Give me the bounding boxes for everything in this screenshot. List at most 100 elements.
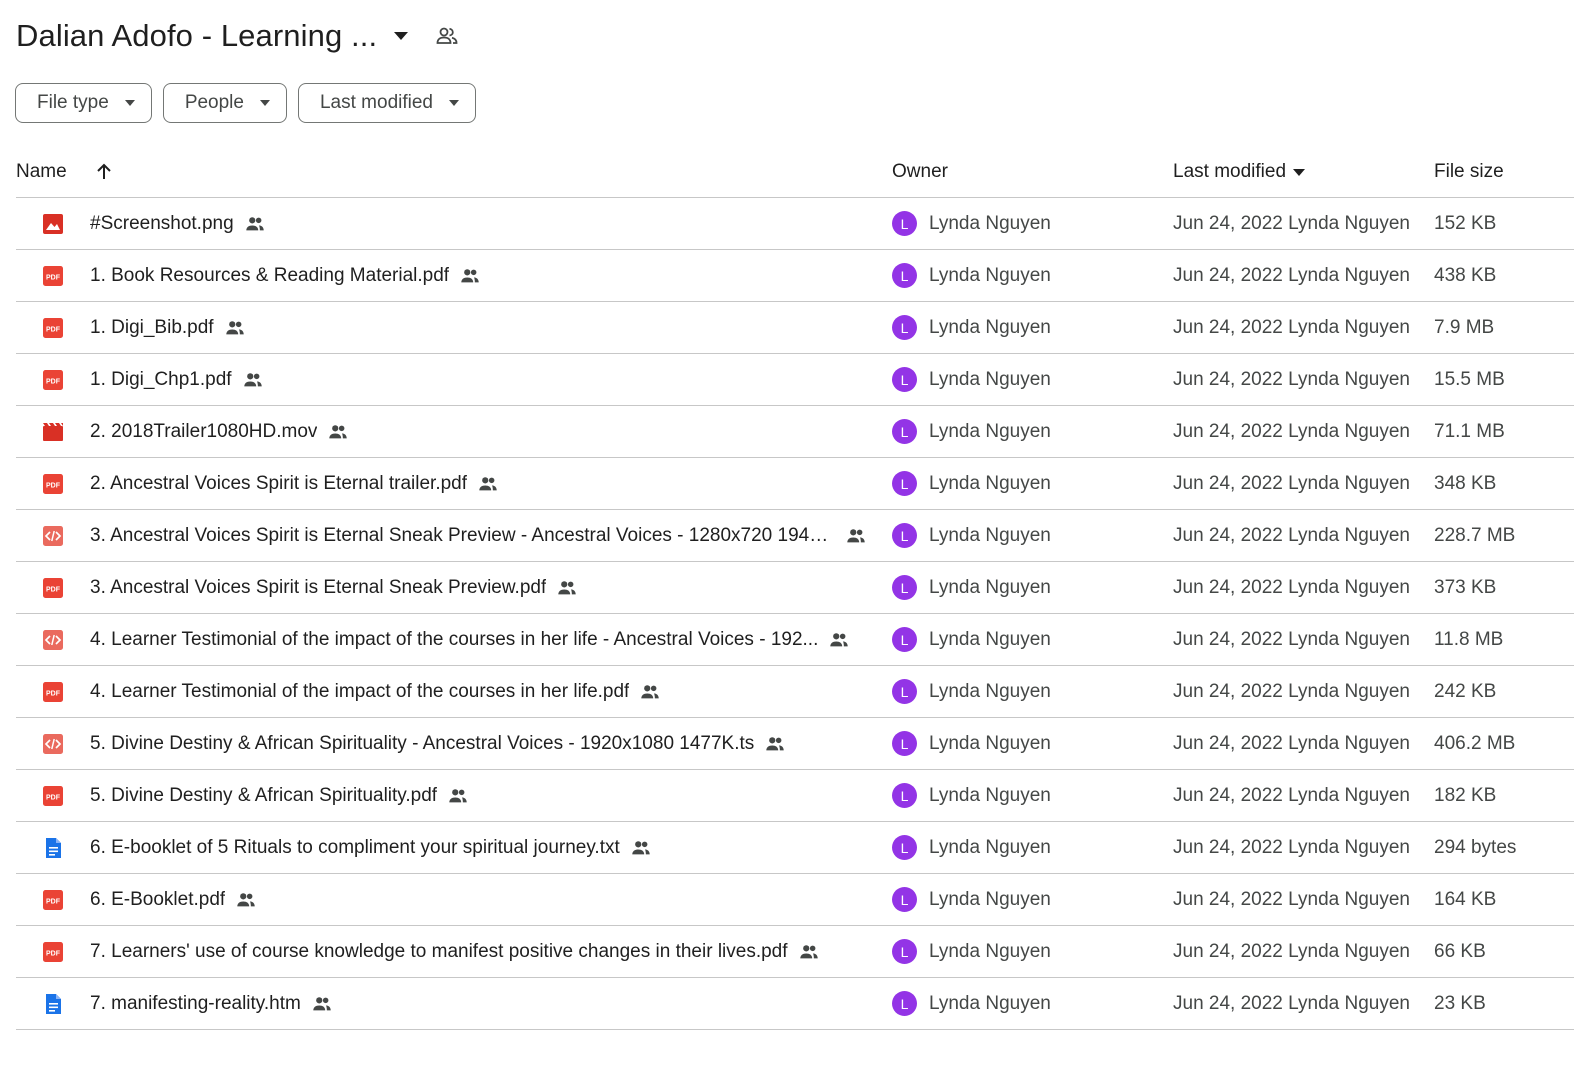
name-cell: 1. Digi_Chp1.pdf: [90, 354, 266, 405]
owner-cell: L Lynda Nguyen: [892, 510, 1051, 561]
file-name[interactable]: 6. E-booklet of 5 Rituals to compliment …: [90, 837, 620, 859]
table-row[interactable]: PDF 2. Ancestral Voices Spirit is Eternal…: [16, 458, 1574, 510]
size-cell: 406.2 MB: [1434, 718, 1515, 769]
file-size-value: 406.2 MB: [1434, 732, 1516, 754]
size-cell: 373 KB: [1434, 562, 1496, 613]
table-row[interactable]: PDF 5. Divine Destiny & African Spiritual…: [16, 770, 1574, 822]
last-modified-value: Jun 24, 2022 Lynda Nguyen: [1173, 264, 1410, 286]
size-cell: 348 KB: [1434, 458, 1496, 509]
table-row[interactable]: PDF 1. Digi_Bib.pdf L Lynda Nguyen Jun 24, 2…: [16, 302, 1574, 354]
last-modified-column-header[interactable]: Last modified: [1173, 148, 1306, 196]
document-file-icon: [42, 993, 64, 1015]
file-name[interactable]: #Screenshot.png: [90, 213, 234, 235]
pdf-file-icon: PDF: [42, 317, 64, 339]
file-name[interactable]: 3. Ancestral Voices Spirit is Eternal Sn…: [90, 525, 835, 547]
avatar: L: [892, 419, 917, 444]
shared-folder-icon[interactable]: [433, 22, 461, 50]
file-name[interactable]: 7. manifesting-reality.htm: [90, 993, 301, 1015]
avatar: L: [892, 887, 917, 912]
arrow-drop-down-icon[interactable]: [389, 24, 413, 48]
owner-name: Lynda Nguyen: [929, 576, 1051, 598]
file-size-column-header[interactable]: File size: [1434, 148, 1504, 196]
svg-text:PDF: PDF: [46, 326, 61, 333]
file-size-value: 242 KB: [1434, 680, 1497, 702]
owner-column-header[interactable]: Owner: [892, 148, 948, 196]
svg-text:PDF: PDF: [46, 898, 61, 905]
name-cell: 6. E-booklet of 5 Rituals to compliment …: [90, 822, 654, 873]
modified-cell: Jun 24, 2022 Lynda Nguyen: [1173, 718, 1410, 769]
avatar: L: [892, 367, 917, 392]
svg-text:PDF: PDF: [46, 950, 61, 957]
svg-text:PDF: PDF: [46, 586, 61, 593]
avatar: L: [892, 783, 917, 808]
table-row[interactable]: #Screenshot.png L Lynda Nguyen Jun 24, 2022…: [16, 198, 1574, 250]
modified-cell: Jun 24, 2022 Lynda Nguyen: [1173, 562, 1410, 613]
name-cell: 3. Ancestral Voices Spirit is Eternal Sn…: [90, 510, 869, 561]
file-type-filter[interactable]: File type: [15, 83, 152, 123]
table-row[interactable]: 5. Divine Destiny & African Spirituality…: [16, 718, 1574, 770]
file-name[interactable]: 1. Digi_Chp1.pdf: [90, 369, 232, 391]
table-row[interactable]: PDF 1. Book Resources & Reading Material.…: [16, 250, 1574, 302]
file-name[interactable]: 1. Book Resources & Reading Material.pdf: [90, 265, 449, 287]
file-name[interactable]: 2. 2018Trailer1080HD.mov: [90, 421, 317, 443]
name-cell: #Screenshot.png: [90, 198, 268, 249]
owner-cell: L Lynda Nguyen: [892, 406, 1051, 457]
file-size-value: 23 KB: [1434, 992, 1486, 1014]
table-row[interactable]: PDF 1. Digi_Chp1.pdf L Lynda Nguyen Jun 24, …: [16, 354, 1574, 406]
name-cell: 7. Learners' use of course knowledge to …: [90, 926, 822, 977]
shared-icon: [556, 576, 580, 600]
chevron-down-icon: [449, 100, 459, 106]
folder-title[interactable]: Dalian Adofo - Learning ...: [16, 18, 377, 54]
file-size-value: 294 bytes: [1434, 836, 1517, 858]
shared-icon: [828, 628, 852, 652]
table-row[interactable]: 2. 2018Trailer1080HD.mov L Lynda Nguyen Jun…: [16, 406, 1574, 458]
owner-name: Lynda Nguyen: [929, 420, 1051, 442]
last-modified-filter[interactable]: Last modified: [297, 83, 476, 123]
file-name[interactable]: 1. Digi_Bib.pdf: [90, 317, 214, 339]
file-name[interactable]: 3. Ancestral Voices Spirit is Eternal Sn…: [90, 577, 546, 599]
table-row[interactable]: PDF 4. Learner Testimonial of the impact …: [16, 666, 1574, 718]
file-size-value: 164 KB: [1434, 888, 1497, 910]
size-cell: 71.1 MB: [1434, 406, 1505, 457]
svg-text:PDF: PDF: [46, 482, 61, 489]
last-modified-value: Jun 24, 2022 Lynda Nguyen: [1173, 420, 1410, 442]
table-row[interactable]: 3. Ancestral Voices Spirit is Eternal Sn…: [16, 510, 1574, 562]
file-name[interactable]: 6. E-Booklet.pdf: [90, 889, 225, 911]
pdf-file-icon: PDF: [42, 681, 64, 703]
name-cell: 2. Ancestral Voices Spirit is Eternal tr…: [90, 458, 501, 509]
file-name[interactable]: 4. Learner Testimonial of the impact of …: [90, 629, 818, 651]
size-cell: 11.8 MB: [1434, 614, 1503, 665]
owner-name: Lynda Nguyen: [929, 732, 1051, 754]
file-name[interactable]: 5. Divine Destiny & African Spirituality…: [90, 785, 437, 807]
owner-cell: L Lynda Nguyen: [892, 614, 1051, 665]
file-name[interactable]: 2. Ancestral Voices Spirit is Eternal tr…: [90, 473, 467, 495]
owner-name: Lynda Nguyen: [929, 524, 1051, 546]
file-name[interactable]: 5. Divine Destiny & African Spirituality…: [90, 733, 754, 755]
chevron-down-icon: [124, 100, 135, 106]
file-type-filter-label: File type: [37, 92, 109, 113]
table-row[interactable]: 4. Learner Testimonial of the impact of …: [16, 614, 1574, 666]
table-row[interactable]: PDF 6. E-Booklet.pdf L Lynda Nguyen Jun 24, …: [16, 874, 1574, 926]
table-row[interactable]: 6. E-booklet of 5 Rituals to compliment …: [16, 822, 1574, 874]
name-cell: 6. E-Booklet.pdf: [90, 874, 259, 925]
file-name[interactable]: 4. Learner Testimonial of the impact of …: [90, 681, 629, 703]
modified-cell: Jun 24, 2022 Lynda Nguyen: [1173, 874, 1410, 925]
shared-icon: [235, 888, 259, 912]
size-cell: 228.7 MB: [1434, 510, 1515, 561]
page-header: Dalian Adofo - Learning ...: [16, 12, 461, 60]
code-file-icon: [42, 733, 64, 755]
arrow-up-icon[interactable]: [95, 163, 113, 181]
modified-cell: Jun 24, 2022 Lynda Nguyen: [1173, 302, 1410, 353]
table-row[interactable]: 7. manifesting-reality.htm L Lynda Nguyen J…: [16, 978, 1574, 1030]
file-name[interactable]: 7. Learners' use of course knowledge to …: [90, 941, 788, 963]
name-cell: 2. 2018Trailer1080HD.mov: [90, 406, 351, 457]
name-cell: 1. Book Resources & Reading Material.pdf: [90, 250, 483, 301]
table-row[interactable]: PDF 7. Learners' use of course knowledge …: [16, 926, 1574, 978]
people-filter[interactable]: People: [162, 83, 287, 123]
table-row[interactable]: PDF 3. Ancestral Voices Spirit is Eternal…: [16, 562, 1574, 614]
file-size-value: 15.5 MB: [1434, 368, 1505, 390]
name-cell: 5. Divine Destiny & African Spirituality…: [90, 770, 471, 821]
owner-cell: L Lynda Nguyen: [892, 822, 1051, 873]
name-column-header[interactable]: Name: [16, 148, 113, 196]
modified-cell: Jun 24, 2022 Lynda Nguyen: [1173, 458, 1410, 509]
